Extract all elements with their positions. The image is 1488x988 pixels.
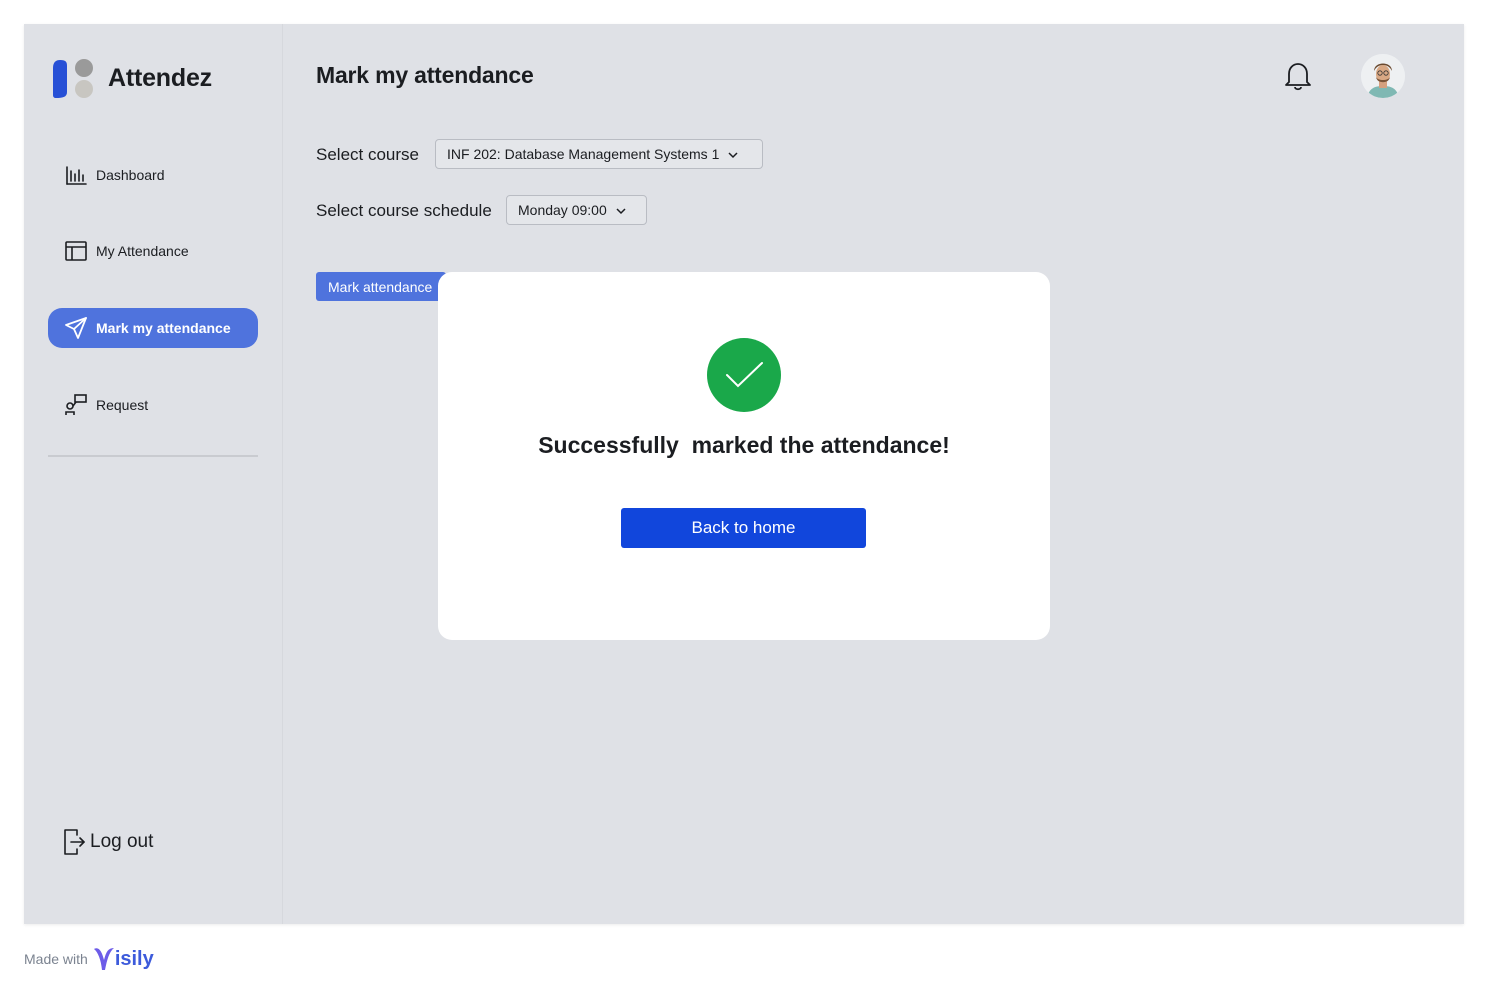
send-icon: [65, 317, 87, 339]
sidebar-item-request[interactable]: Request: [48, 385, 258, 425]
course-select-value: INF 202: Database Management Systems 1: [447, 146, 720, 162]
course-select[interactable]: INF 202: Database Management Systems 1: [435, 139, 763, 169]
sidebar: Attendez Dashboard My Attendance Mark my…: [24, 24, 283, 924]
success-modal: Successfully marked the attendance! Back…: [438, 272, 1050, 640]
check-icon: [707, 338, 781, 412]
app-frame: Attendez Dashboard My Attendance Mark my…: [24, 24, 1464, 924]
schedule-select-value: Monday 09:00: [518, 202, 607, 218]
chevron-down-icon: [727, 148, 739, 160]
logo: Attendez: [52, 56, 212, 100]
sidebar-item-my-attendance[interactable]: My Attendance: [48, 231, 258, 271]
chevron-down-icon: [615, 204, 627, 216]
visily-v-icon: [93, 948, 114, 970]
calendar-table-icon: [65, 240, 87, 262]
sidebar-item-label: Mark my attendance: [96, 320, 231, 336]
logout-label: Log out: [90, 831, 154, 852]
sidebar-item-label: My Attendance: [96, 243, 189, 259]
made-with-label: Made with: [24, 951, 88, 967]
bar-chart-icon: [65, 164, 87, 186]
app-name: Attendez: [108, 63, 212, 92]
logout-button[interactable]: Log out: [62, 827, 153, 857]
bell-icon[interactable]: [1283, 60, 1313, 92]
success-message: Successfully marked the attendance!: [538, 432, 950, 458]
page-title: Mark my attendance: [316, 62, 534, 88]
mark-attendance-button[interactable]: Mark attendance: [316, 272, 446, 301]
visily-logo: isily: [93, 946, 154, 972]
back-to-home-button[interactable]: Back to home: [621, 508, 866, 548]
schedule-select[interactable]: Monday 09:00: [506, 195, 647, 225]
course-label: Select course: [316, 145, 419, 164]
sidebar-item-label: Request: [96, 397, 149, 413]
schedule-label: Select course schedule: [316, 201, 492, 220]
logout-icon: [62, 827, 86, 857]
request-icon: [65, 394, 87, 416]
avatar[interactable]: [1361, 54, 1405, 98]
sidebar-divider: [48, 455, 258, 457]
made-with-badge[interactable]: Made with isily: [24, 946, 154, 972]
sidebar-item-dashboard[interactable]: Dashboard: [48, 155, 258, 195]
logo-icon: [52, 56, 96, 100]
visily-brand: isily: [114, 947, 154, 970]
sidebar-item-label: Dashboard: [96, 167, 165, 183]
sidebar-item-mark-my-attendance[interactable]: Mark my attendance: [48, 308, 258, 348]
